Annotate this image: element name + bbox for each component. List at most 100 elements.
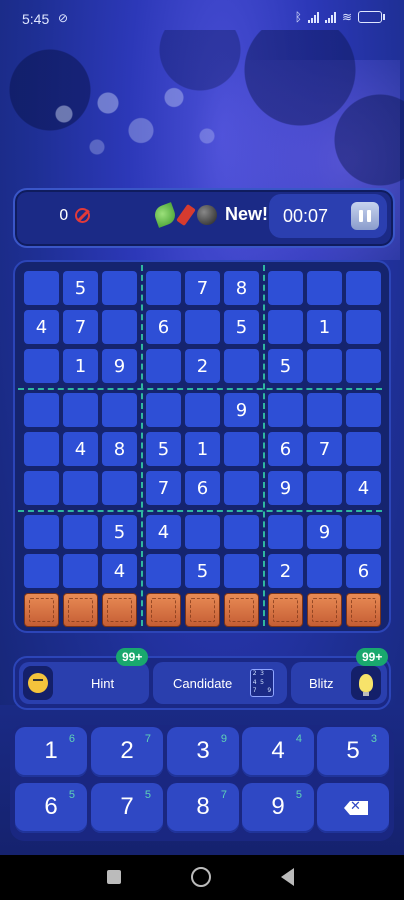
number-key-5[interactable]: 53: [317, 727, 389, 777]
board-cell[interactable]: [346, 310, 381, 344]
board-cell[interactable]: 9: [102, 349, 137, 383]
board-cell[interactable]: [24, 471, 59, 505]
board-cell[interactable]: 9: [268, 471, 303, 505]
board-cell[interactable]: 6: [146, 310, 181, 344]
crate-cell[interactable]: [24, 593, 59, 627]
board-cell[interactable]: [102, 271, 137, 305]
board-cell[interactable]: [307, 349, 342, 383]
board-cell[interactable]: 5: [224, 310, 259, 344]
board-cell[interactable]: [307, 471, 342, 505]
erase-button[interactable]: ✕: [317, 783, 389, 833]
board-cell[interactable]: 8: [224, 271, 259, 305]
board-cell[interactable]: 7: [185, 271, 220, 305]
number-key-1[interactable]: 16: [15, 727, 87, 777]
board-cell[interactable]: 2: [268, 554, 303, 588]
crate-cell[interactable]: [63, 593, 98, 627]
board-cell[interactable]: 5: [102, 515, 137, 549]
board-cell[interactable]: [24, 554, 59, 588]
board-cell[interactable]: [146, 271, 181, 305]
crate-cell[interactable]: [268, 593, 303, 627]
back-button[interactable]: [281, 868, 294, 886]
number-key-7[interactable]: 75: [91, 783, 163, 833]
board-cell[interactable]: 6: [346, 554, 381, 588]
board-cell[interactable]: [102, 393, 137, 427]
board-cell[interactable]: [185, 310, 220, 344]
board-cell[interactable]: [24, 349, 59, 383]
board-cell[interactable]: [63, 471, 98, 505]
crate-cell[interactable]: [224, 593, 259, 627]
board-cell[interactable]: 5: [146, 432, 181, 466]
board-cell[interactable]: [346, 432, 381, 466]
board-cell[interactable]: 4: [146, 515, 181, 549]
board-cell[interactable]: [346, 393, 381, 427]
board-cell[interactable]: [63, 515, 98, 549]
board-cell[interactable]: [24, 432, 59, 466]
board-cell[interactable]: 6: [268, 432, 303, 466]
board-cell[interactable]: 1: [307, 310, 342, 344]
board-cell[interactable]: 4: [24, 310, 59, 344]
board-cell[interactable]: [268, 271, 303, 305]
board-cell[interactable]: 8: [102, 432, 137, 466]
board-cell[interactable]: [224, 515, 259, 549]
crate-cell[interactable]: [185, 593, 220, 627]
board-cell[interactable]: 4: [346, 471, 381, 505]
number-key-2[interactable]: 27: [91, 727, 163, 777]
blitz-button[interactable]: Blitz: [291, 662, 387, 704]
board-cell[interactable]: [146, 554, 181, 588]
board-cell[interactable]: [224, 471, 259, 505]
board-cell[interactable]: [224, 349, 259, 383]
board-cell[interactable]: [307, 393, 342, 427]
board-cell[interactable]: 2: [185, 349, 220, 383]
board-cell[interactable]: 7: [307, 432, 342, 466]
number-key-9[interactable]: 95: [242, 783, 314, 833]
board-cell[interactable]: [268, 515, 303, 549]
board-cell[interactable]: 7: [63, 310, 98, 344]
candidate-grid-icon: 23457 9: [250, 669, 274, 697]
board-cell[interactable]: [63, 393, 98, 427]
board-cell[interactable]: 9: [224, 393, 259, 427]
board-cell[interactable]: [307, 271, 342, 305]
board-cell[interactable]: [346, 515, 381, 549]
board-cell[interactable]: [102, 310, 137, 344]
board-cell[interactable]: [307, 554, 342, 588]
board-cell[interactable]: 1: [185, 432, 220, 466]
new-powerups[interactable]: New!: [152, 201, 268, 228]
board-cell[interactable]: [346, 349, 381, 383]
home-button[interactable]: [191, 867, 211, 887]
board-cell[interactable]: 1: [63, 349, 98, 383]
board-cell[interactable]: 4: [102, 554, 137, 588]
board-cell[interactable]: [102, 471, 137, 505]
board-cell[interactable]: 9: [307, 515, 342, 549]
board-cell[interactable]: [185, 515, 220, 549]
board-cell[interactable]: [268, 393, 303, 427]
crate-cell[interactable]: [346, 593, 381, 627]
candidate-button[interactable]: Candidate 23457 9: [153, 662, 287, 704]
crate-cell[interactable]: [102, 593, 137, 627]
board-cell[interactable]: [24, 393, 59, 427]
crate-cell[interactable]: [146, 593, 181, 627]
number-key-3[interactable]: 39: [167, 727, 239, 777]
board-cell[interactable]: [268, 310, 303, 344]
board-cell[interactable]: 5: [63, 271, 98, 305]
number-key-6[interactable]: 65: [15, 783, 87, 833]
board-cell[interactable]: [24, 515, 59, 549]
board-cell[interactable]: 5: [185, 554, 220, 588]
board-cell[interactable]: [346, 271, 381, 305]
board-cell[interactable]: [146, 349, 181, 383]
board-cell[interactable]: 6: [185, 471, 220, 505]
pause-button[interactable]: [351, 202, 379, 230]
recent-apps-button[interactable]: [107, 870, 121, 884]
board-cell[interactable]: [224, 432, 259, 466]
board-cell[interactable]: [24, 271, 59, 305]
number-key-4[interactable]: 44: [242, 727, 314, 777]
number-key-8[interactable]: 87: [167, 783, 239, 833]
board-cell[interactable]: 5: [268, 349, 303, 383]
crate-cell[interactable]: [307, 593, 342, 627]
board-cell[interactable]: [224, 554, 259, 588]
hint-button[interactable]: Hint: [19, 662, 149, 704]
board-cell[interactable]: [146, 393, 181, 427]
board-cell[interactable]: 4: [63, 432, 98, 466]
board-cell[interactable]: 7: [146, 471, 181, 505]
board-cell[interactable]: [63, 554, 98, 588]
board-cell[interactable]: [185, 393, 220, 427]
